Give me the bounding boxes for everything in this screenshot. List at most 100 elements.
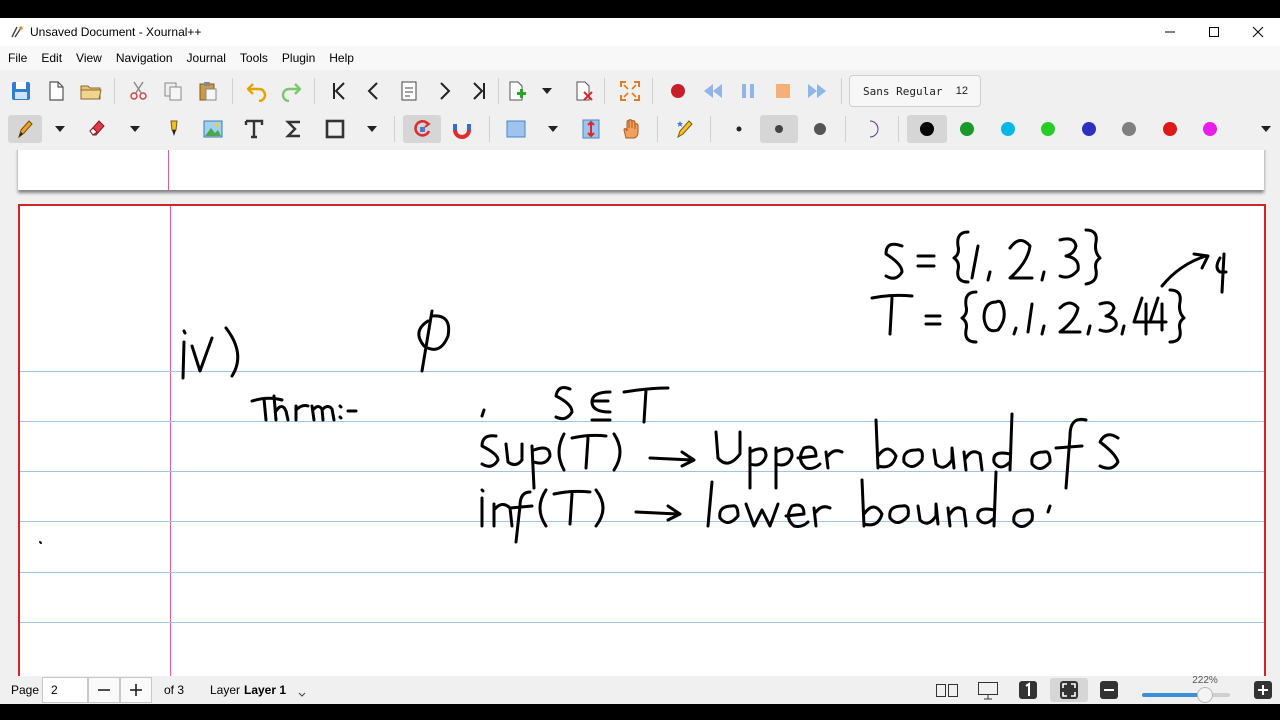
pen-tool-button[interactable]	[8, 115, 42, 143]
color-gray-button[interactable]	[1114, 115, 1144, 143]
color-blue-button[interactable]	[1074, 115, 1104, 143]
close-button[interactable]	[1236, 18, 1280, 46]
hand-tool-button[interactable]	[616, 115, 646, 143]
current-page[interactable]	[18, 204, 1266, 676]
menu-plugin[interactable]: Plugin	[275, 51, 322, 65]
color-magenta-button[interactable]	[1195, 115, 1225, 143]
zoom-100-button[interactable]	[1014, 678, 1042, 702]
default-tool-button[interactable]	[670, 115, 700, 143]
zoom-in-button[interactable]	[1249, 678, 1277, 702]
toolbar-separator	[657, 116, 658, 142]
redo-button[interactable]	[276, 77, 306, 105]
delete-page-icon	[576, 81, 593, 101]
pen-dropdown[interactable]	[52, 115, 68, 143]
first-page-button[interactable]	[324, 77, 354, 105]
new-document-button[interactable]	[41, 77, 71, 105]
menu-tools[interactable]: Tools	[233, 51, 275, 65]
math-tex-button[interactable]	[279, 115, 309, 143]
eraser-dropdown[interactable]	[127, 115, 143, 143]
color-swatch	[1082, 122, 1096, 136]
color-green-button[interactable]	[1033, 115, 1063, 143]
color-dropdown[interactable]	[1258, 115, 1274, 143]
zoom-slider-handle[interactable]	[1197, 687, 1214, 703]
thickness-medium-button[interactable]	[760, 115, 798, 143]
vertical-space-icon	[582, 119, 600, 139]
layer-selector[interactable]: Layer 1	[244, 676, 286, 704]
minimize-button[interactable]	[1148, 18, 1192, 46]
pen-icon	[18, 120, 33, 139]
presentation-mode-button[interactable]	[974, 678, 1002, 702]
thickness-fine-button[interactable]	[724, 115, 754, 143]
goto-page-button[interactable]	[394, 77, 424, 105]
font-selector-button[interactable]: Sans Regular 12	[849, 75, 981, 107]
shape-tool-button[interactable]	[320, 115, 350, 143]
page-number-input[interactable]: 2	[42, 677, 88, 703]
menu-journal[interactable]: Journal	[180, 51, 233, 65]
zoom-fit-icon	[1060, 681, 1078, 699]
stop-button[interactable]	[768, 77, 798, 105]
color-red-button[interactable]	[1155, 115, 1185, 143]
toolbar-separator	[604, 78, 605, 104]
color-dark-green-button[interactable]	[952, 115, 982, 143]
previous-page[interactable]	[18, 150, 1264, 190]
text-tool-button[interactable]	[239, 115, 269, 143]
last-page-button[interactable]	[464, 77, 494, 105]
fill-toggle-button[interactable]	[858, 115, 888, 143]
thickness-thick-button[interactable]	[805, 115, 835, 143]
sigma-icon	[285, 120, 300, 138]
eraser-tool-button[interactable]	[83, 115, 113, 143]
previous-page-button[interactable]	[359, 77, 389, 105]
fast-forward-button[interactable]	[802, 77, 832, 105]
menu-help[interactable]: Help	[322, 51, 361, 65]
select-dropdown[interactable]	[545, 115, 561, 143]
zoom-fit-button[interactable]	[1050, 678, 1088, 702]
open-button[interactable]	[76, 77, 106, 105]
delete-page-button[interactable]	[569, 77, 599, 105]
insert-page-dropdown[interactable]	[539, 77, 555, 105]
undo-button[interactable]	[242, 77, 272, 105]
highlighter-tool-button[interactable]	[158, 115, 188, 143]
record-button[interactable]	[663, 77, 693, 105]
dropdown-arrow-icon	[1261, 126, 1271, 132]
toolbar-separator	[314, 78, 315, 104]
zoom-slider[interactable]	[1142, 687, 1230, 703]
vertical-space-button[interactable]	[576, 115, 606, 143]
color-light-blue-button[interactable]	[993, 115, 1023, 143]
handwriting-ink	[39, 228, 1228, 544]
insert-page-button[interactable]	[502, 77, 532, 105]
font-size-label: 12	[955, 85, 968, 97]
menu-file[interactable]: File	[0, 51, 34, 65]
document-canvas[interactable]	[0, 150, 1280, 676]
toolbar-separator	[841, 78, 842, 104]
menu-navigation[interactable]: Navigation	[109, 51, 180, 65]
zoom-out-button[interactable]	[1095, 678, 1123, 702]
select-rectangle-button[interactable]	[501, 115, 531, 143]
copy-button[interactable]	[158, 77, 188, 105]
rewind-button[interactable]	[698, 77, 728, 105]
select-rectangle-icon	[506, 120, 526, 138]
shape-dropdown[interactable]	[364, 115, 380, 143]
layer-dropdown[interactable]	[298, 680, 306, 704]
paste-button[interactable]	[193, 77, 223, 105]
page-increment-button[interactable]	[120, 677, 152, 703]
layer-label: Layer	[210, 683, 241, 697]
chevron-left-icon	[367, 82, 378, 100]
tools-toolbar	[0, 110, 1280, 148]
shape-recognizer-button[interactable]	[403, 115, 441, 143]
two-pages-view-button[interactable]	[933, 678, 961, 702]
save-button[interactable]	[6, 77, 36, 105]
pause-button[interactable]	[733, 77, 763, 105]
maximize-button[interactable]	[1192, 18, 1236, 46]
page-decrement-button[interactable]	[88, 677, 120, 703]
next-page-button[interactable]	[429, 77, 459, 105]
toolbar-separator	[845, 116, 846, 142]
cut-button[interactable]	[124, 77, 154, 105]
menu-view[interactable]: View	[69, 51, 109, 65]
toolbar-separator	[394, 116, 395, 142]
color-black-button[interactable]	[907, 115, 947, 143]
menu-edit[interactable]: Edit	[34, 51, 69, 65]
fullscreen-button[interactable]	[615, 77, 645, 105]
zoom-slider-fill	[1142, 693, 1206, 697]
snap-button[interactable]	[447, 115, 477, 143]
image-tool-button[interactable]	[198, 115, 228, 143]
